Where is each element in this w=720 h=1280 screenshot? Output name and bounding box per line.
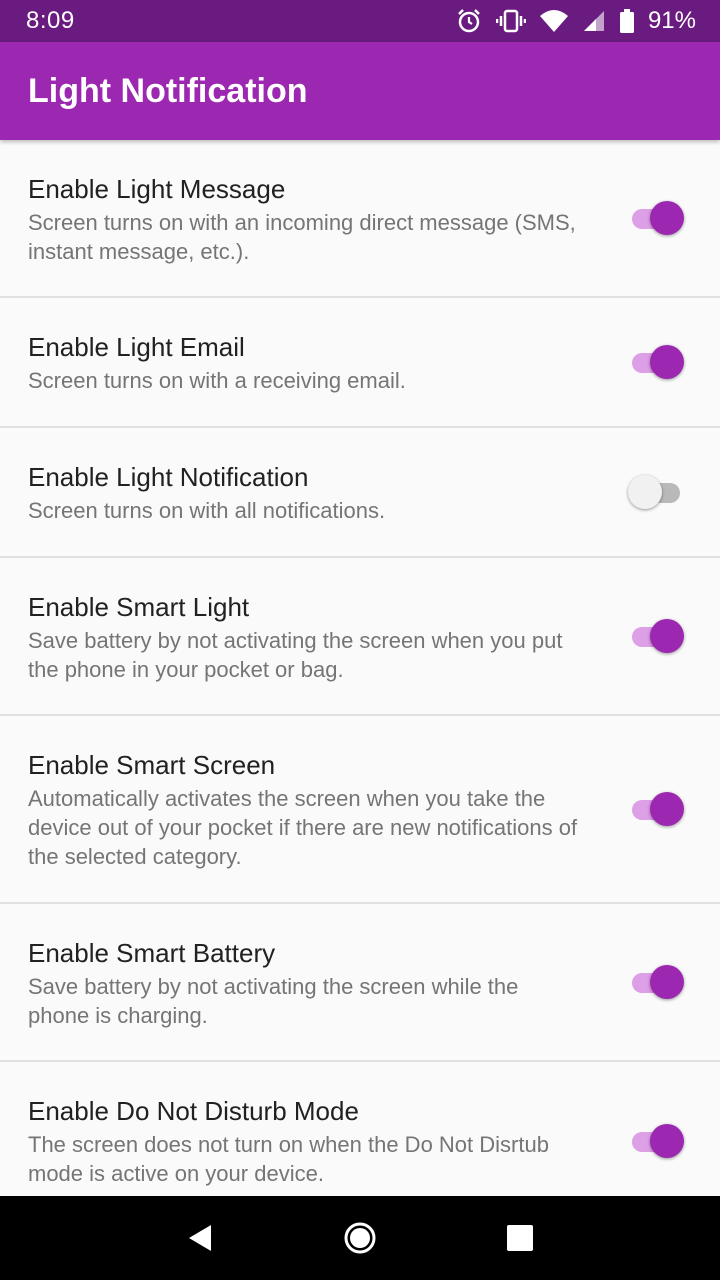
setting-summary: Save battery by not activating the scree… <box>28 974 519 1028</box>
home-button[interactable] <box>328 1206 392 1270</box>
status-icons: 91% <box>456 7 696 35</box>
setting-summary: Screen turns on with all notifications. <box>28 498 386 523</box>
navigation-bar <box>0 1196 720 1280</box>
status-bar: 8:09 91% <box>0 0 720 42</box>
battery-percentage: 91% <box>647 7 696 34</box>
back-icon <box>189 1225 211 1251</box>
setting-title: Enable Do Not Disturb Mode <box>28 1096 359 1126</box>
setting-light-notification[interactable]: Enable Light Notification Screen turns o… <box>0 428 720 558</box>
switch-thumb <box>650 965 684 999</box>
light-notification-switch[interactable] <box>628 474 686 510</box>
smart-screen-switch[interactable] <box>628 791 686 827</box>
setting-summary: Screen turns on with an incoming direct … <box>28 210 576 264</box>
status-time: 8:09 <box>26 7 75 34</box>
recents-button[interactable] <box>488 1206 552 1270</box>
setting-title: Enable Smart Screen <box>28 750 276 780</box>
smart-light-switch[interactable] <box>628 618 686 654</box>
switch-thumb <box>650 201 684 235</box>
switch-thumb <box>650 345 684 379</box>
light-message-switch[interactable] <box>628 200 686 236</box>
home-icon <box>344 1222 376 1254</box>
do-not-disturb-switch[interactable] <box>628 1123 686 1159</box>
setting-do-not-disturb[interactable]: Enable Do Not Disturb Mode The screen do… <box>0 1062 720 1196</box>
setting-summary: The screen does not turn on when the Do … <box>28 1132 549 1186</box>
switch-thumb <box>650 619 684 653</box>
back-button[interactable] <box>168 1206 232 1270</box>
signal-icon <box>582 9 606 33</box>
alarm-icon <box>456 8 482 34</box>
setting-title: Enable Smart Light <box>28 592 250 622</box>
wifi-icon <box>539 10 568 32</box>
setting-summary: Screen turns on with a receiving email. <box>28 368 406 393</box>
switch-thumb <box>628 475 662 509</box>
setting-smart-battery[interactable]: Enable Smart Battery Save battery by not… <box>0 904 720 1062</box>
setting-smart-light[interactable]: Enable Smart Light Save battery by not a… <box>0 558 720 716</box>
setting-smart-screen[interactable]: Enable Smart Screen Automatically activa… <box>0 716 720 904</box>
battery-icon <box>619 9 634 33</box>
setting-summary: Automatically activates the screen when … <box>28 786 578 869</box>
setting-light-email[interactable]: Enable Light Email Screen turns on with … <box>0 298 720 428</box>
recents-icon <box>507 1225 533 1251</box>
setting-title: Enable Light Email <box>28 332 245 362</box>
app-bar: Light Notification <box>0 42 720 140</box>
light-email-switch[interactable] <box>628 344 686 380</box>
vibrate-icon <box>495 8 526 34</box>
setting-title: Enable Light Notification <box>28 462 309 492</box>
switch-thumb <box>650 792 684 826</box>
switch-thumb <box>650 1124 684 1158</box>
smart-battery-switch[interactable] <box>628 964 686 1000</box>
setting-summary: Save battery by not activating the scree… <box>28 628 563 682</box>
setting-light-message[interactable]: Enable Light Message Screen turns on wit… <box>0 140 720 298</box>
page-title: Light Notification <box>28 71 308 110</box>
setting-title: Enable Light Message <box>28 174 286 204</box>
setting-title: Enable Smart Battery <box>28 938 276 968</box>
settings-list[interactable]: Enable Light Message Screen turns on wit… <box>0 140 720 1196</box>
